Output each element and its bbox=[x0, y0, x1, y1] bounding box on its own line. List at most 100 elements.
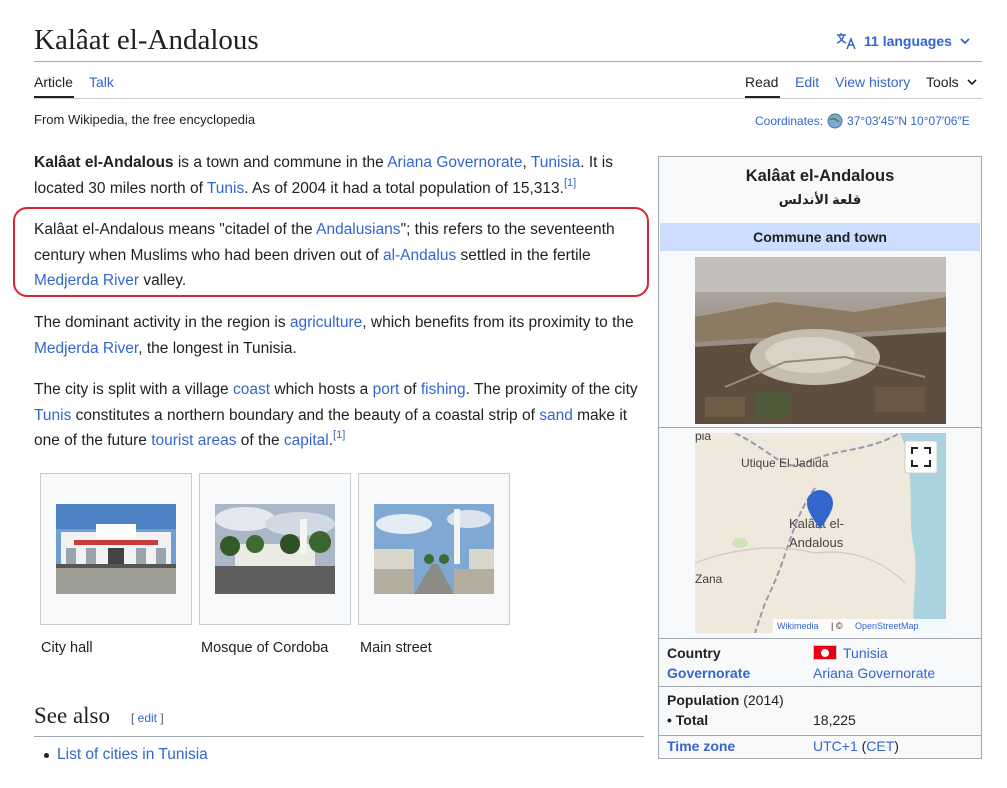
text: ) bbox=[894, 738, 899, 754]
text: , the longest in Tunisia. bbox=[138, 339, 297, 357]
link-port[interactable]: port bbox=[373, 381, 400, 398]
main-street-photo bbox=[374, 504, 494, 594]
link-tunis[interactable]: Tunis bbox=[34, 407, 71, 424]
infobox-row-total: • Total 18,225 bbox=[667, 712, 856, 728]
map-attribution-separator: | © bbox=[831, 621, 843, 631]
intro-paragraph: Kalâat el-Andalous is a town and commune… bbox=[34, 150, 639, 201]
link-fishing[interactable]: fishing bbox=[421, 381, 466, 398]
link-andalusians[interactable]: Andalusians bbox=[316, 221, 400, 238]
link-tunis[interactable]: Tunis bbox=[207, 180, 244, 197]
infobox-divider bbox=[659, 735, 981, 736]
gallery-caption: Mosque of Cordoba bbox=[201, 640, 329, 656]
link-medjerda-river[interactable]: Medjerda River bbox=[34, 340, 138, 357]
infobox: Kalâat el-Andalous قلعة الأندلس Commune … bbox=[658, 156, 982, 759]
infobox-row-governorate: Governorate Ariana Governorate bbox=[667, 665, 935, 681]
link-medjerda-river[interactable]: Medjerda River bbox=[34, 272, 139, 289]
article-subject: Kalâat el-Andalous bbox=[34, 154, 174, 171]
infobox-label: Population bbox=[667, 692, 740, 708]
infobox-type-header: Commune and town bbox=[660, 223, 980, 251]
page-title: Kalâat el-Andalous bbox=[34, 24, 259, 56]
tunisia-flag-icon bbox=[813, 645, 837, 660]
infobox-label: Country bbox=[667, 645, 721, 661]
gallery-item-main-street[interactable] bbox=[358, 473, 510, 625]
infobox-value: 18,225 bbox=[813, 712, 856, 728]
text: ( bbox=[857, 738, 867, 754]
infobox-divider bbox=[659, 686, 981, 687]
text: , bbox=[522, 154, 531, 171]
text: The city is split with a village bbox=[34, 381, 233, 398]
globe-icon bbox=[827, 113, 843, 129]
map-attribution-osm[interactable]: OpenStreetMap bbox=[855, 621, 919, 631]
tab-edit[interactable]: Edit bbox=[795, 74, 819, 90]
infobox-row-time-zone: Time zone UTC+1 (CET) bbox=[667, 738, 899, 754]
text: which hosts a bbox=[270, 381, 373, 398]
section-divider bbox=[34, 736, 644, 737]
link-coast[interactable]: coast bbox=[233, 381, 270, 398]
languages-button[interactable]: 11 languages bbox=[836, 32, 972, 50]
link-al-andalus[interactable]: al-Andalus bbox=[383, 247, 456, 264]
mosque-photo bbox=[215, 504, 335, 594]
infobox-divider bbox=[659, 427, 981, 428]
tab-talk[interactable]: Talk bbox=[89, 74, 114, 90]
link-governorate[interactable]: Governorate bbox=[667, 665, 750, 681]
link-ariana-governorate[interactable]: Ariana Governorate bbox=[387, 154, 522, 171]
text: , which benefits from its proximity to t… bbox=[362, 314, 634, 331]
text: . As of 2004 it had a total population o… bbox=[244, 179, 564, 197]
link-tourist-areas[interactable]: tourist areas bbox=[151, 432, 236, 449]
reference-1[interactable]: [1] bbox=[564, 177, 576, 189]
map-attribution-wikimedia[interactable]: Wikimedia bbox=[777, 621, 819, 631]
tools-menu[interactable]: Tools bbox=[926, 74, 979, 90]
reference-1[interactable]: [1] bbox=[333, 429, 345, 441]
map-canvas: Utique El Jadida pia Zana Kalâat el- And… bbox=[694, 429, 946, 634]
coordinates-link[interactable]: 37°03′45″N 10°07′06″E bbox=[847, 114, 970, 128]
title-divider bbox=[34, 61, 982, 62]
tabs-divider bbox=[34, 98, 982, 99]
city-hall-photo bbox=[56, 504, 176, 594]
coordinates: Coordinates: 37°03′45″N 10°07′06″E bbox=[755, 113, 970, 129]
infobox-label: • Total bbox=[667, 712, 709, 728]
gallery-caption: Main street bbox=[360, 640, 432, 656]
map-label-zana: Zana bbox=[695, 572, 723, 586]
link-agriculture[interactable]: agriculture bbox=[290, 314, 362, 331]
infobox-row-country: Country Tunisia bbox=[667, 645, 888, 661]
section-edit-link[interactable]: [ edit ] bbox=[131, 711, 164, 725]
text: Kalâat el-Andalous means "citadel of the bbox=[34, 221, 317, 238]
map-label-utique: Utique El Jadida bbox=[741, 456, 829, 470]
map-label-pia: pia bbox=[695, 433, 711, 443]
gallery-item-city-hall[interactable] bbox=[40, 473, 192, 625]
link-utc-plus-1[interactable]: UTC+1 bbox=[813, 738, 858, 754]
link-capital[interactable]: capital bbox=[284, 432, 329, 449]
link-tunisia[interactable]: Tunisia bbox=[531, 154, 580, 171]
link-list-of-cities[interactable]: List of cities in Tunisia bbox=[57, 746, 208, 764]
infobox-divider bbox=[659, 638, 981, 639]
languages-label: 11 languages bbox=[864, 33, 952, 49]
tab-article[interactable]: Article bbox=[34, 74, 73, 90]
geography-paragraph: The city is split with a village coast w… bbox=[34, 377, 639, 454]
infobox-native-name: قلعة الأندلس bbox=[778, 192, 862, 207]
text: . The proximity of the city bbox=[465, 381, 638, 398]
edit-link[interactable]: edit bbox=[138, 711, 157, 725]
translate-icon bbox=[836, 33, 856, 50]
text: of the bbox=[236, 432, 284, 449]
text: of bbox=[399, 381, 421, 398]
tab-read[interactable]: Read bbox=[745, 74, 778, 90]
infobox-value: UTC+1 (CET) bbox=[813, 738, 899, 754]
tab-view-history[interactable]: View history bbox=[835, 74, 910, 90]
section-heading-see-also: See also bbox=[34, 703, 111, 728]
economy-paragraph: The dominant activity in the region is a… bbox=[34, 310, 639, 361]
chevron-down-icon bbox=[967, 79, 977, 86]
text: The dominant activity in the region is bbox=[34, 314, 290, 331]
gallery-item-mosque[interactable] bbox=[199, 473, 351, 625]
aerial-photo[interactable] bbox=[695, 257, 946, 424]
link-time-zone[interactable]: Time zone bbox=[667, 738, 735, 754]
list-item: List of cities in Tunisia bbox=[44, 746, 208, 764]
infobox-value: Tunisia bbox=[813, 645, 888, 661]
population-year: (2014) bbox=[739, 692, 784, 708]
link-ariana-governorate[interactable]: Ariana Governorate bbox=[813, 665, 935, 681]
link-sand[interactable]: sand bbox=[539, 407, 573, 424]
text: constitutes a northern boundary and the … bbox=[71, 406, 540, 424]
link-tunisia[interactable]: Tunisia bbox=[843, 645, 888, 661]
location-map[interactable]: Utique El Jadida pia Zana Kalâat el- And… bbox=[694, 429, 946, 634]
site-tagline: From Wikipedia, the free encyclopedia bbox=[34, 112, 256, 127]
link-cet[interactable]: CET bbox=[866, 738, 894, 754]
